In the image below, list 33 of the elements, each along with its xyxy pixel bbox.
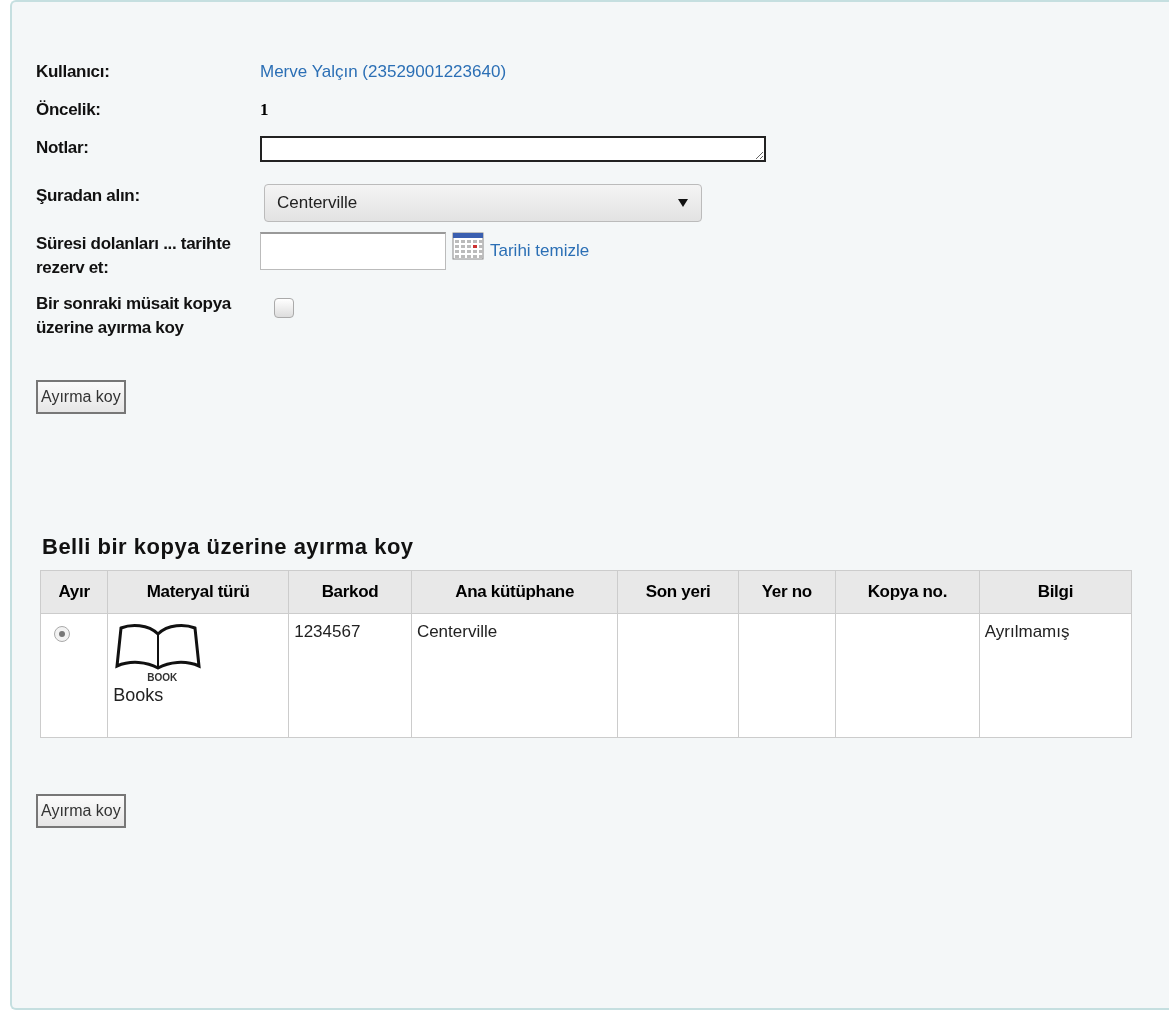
book-icon xyxy=(113,622,204,672)
table-cell: Ayrılmamış xyxy=(979,613,1132,738)
field-label: Notlar: xyxy=(36,137,90,159)
priority-value: 1 xyxy=(260,99,270,121)
material-type: Books xyxy=(113,685,165,706)
column-header: Yer no xyxy=(738,570,836,614)
field-label: Süresi dolanları ... tarihte rezerv et: xyxy=(36,233,232,279)
calendar-icon[interactable] xyxy=(452,232,484,260)
column-header: Kopya no. xyxy=(835,570,980,614)
table-cell: 1234567 xyxy=(288,613,412,738)
pickup-select[interactable]: Centerville xyxy=(264,184,702,222)
patron-link[interactable]: Merve Yalçın (23529001223640) xyxy=(260,62,507,81)
column-header: Son yeri xyxy=(617,570,739,614)
caret-icon xyxy=(677,198,689,208)
radio-button[interactable] xyxy=(54,626,70,642)
place-hold-button[interactable]: Ayırma koy xyxy=(36,380,126,414)
column-header: Bilgi xyxy=(979,570,1132,614)
table-cell: Centerville xyxy=(411,613,618,738)
checkbox[interactable] xyxy=(274,298,294,318)
field-label: Kullanıcı: xyxy=(36,61,111,83)
column-header: Ana kütüphane xyxy=(411,570,618,614)
clear-date-link[interactable]: Tarihi temizle xyxy=(490,239,590,263)
notes-field[interactable] xyxy=(260,136,766,162)
column-header: Ayır xyxy=(40,570,108,614)
field-label: Bir sonraki müsait kopya üzerine ayırma koy xyxy=(36,293,233,339)
date-field[interactable] xyxy=(260,232,446,270)
column-header: Barkod xyxy=(288,570,412,614)
field-label: Öncelik: xyxy=(36,99,102,121)
section-heading: Belli bir kopya üzerine ayırma koy xyxy=(42,534,415,560)
column-header: Materyal türü xyxy=(107,570,289,614)
field-label: Şuradan alın: xyxy=(36,185,141,207)
place-hold-button[interactable]: Ayırma koy xyxy=(36,794,126,828)
icon-caption: BOOK xyxy=(147,672,179,683)
